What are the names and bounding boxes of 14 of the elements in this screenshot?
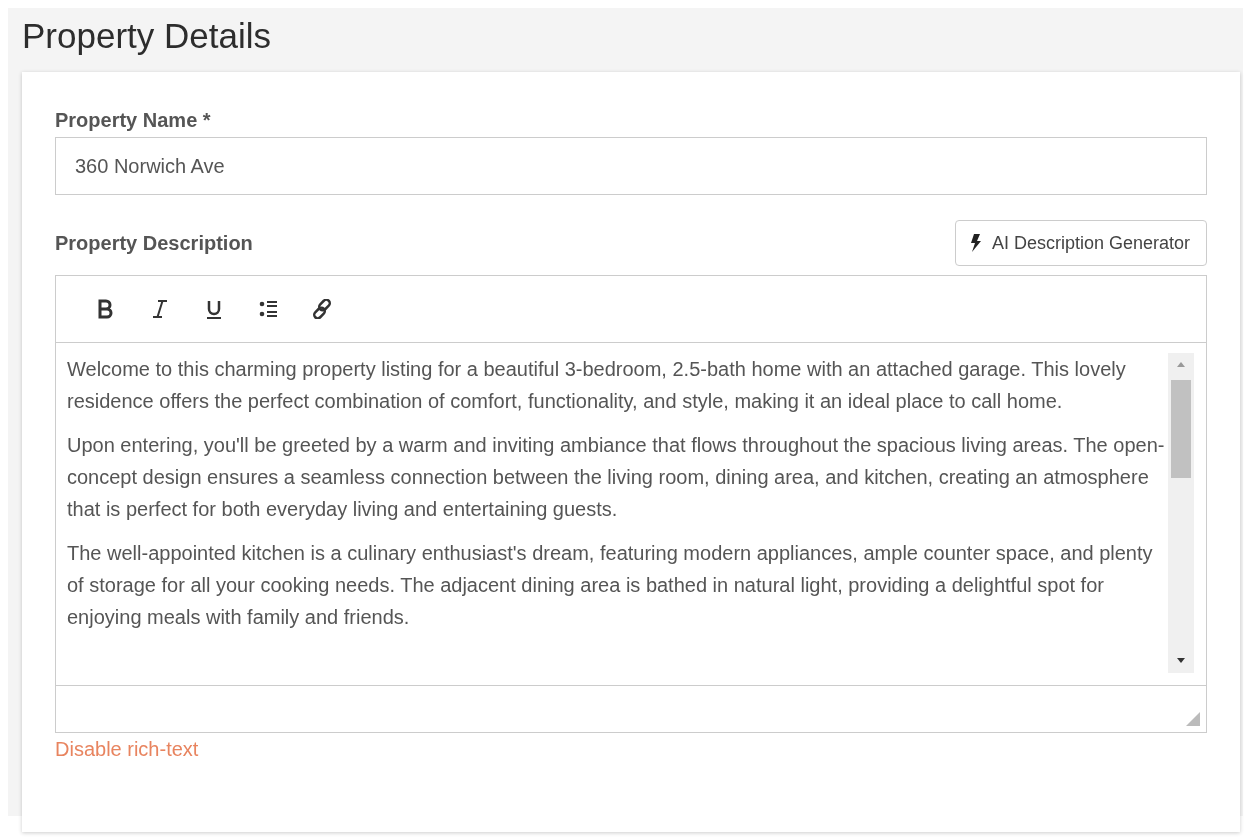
lightning-icon bbox=[969, 234, 982, 252]
paragraph: Welcome to this charming property listing for a beautiful 3-bedroom, 2.5-bath home with an attached garage. This lovely residence offers the perfect combination of comfort, functionality, and style, making it an ideal place to call home. bbox=[67, 357, 1127, 414]
property-name-field[interactable]: 360 Norwich Ave bbox=[55, 137, 1207, 195]
paragraph: The well-appointed kitchen is a culinary enthusiast's dream, featuring modern appliances, ample counter space, and plenty of storage for all your cooking needs. The adjacent dining area is bathed in natural light, providing a delightful spot for enjoying meals with family and friends. bbox=[67, 541, 1154, 630]
italic-icon[interactable] bbox=[150, 299, 170, 319]
link-icon[interactable] bbox=[312, 299, 332, 319]
page-title: Property Details bbox=[22, 15, 272, 57]
paragraph: Upon entering, you'll be greeted by a warm and inviting ambiance that flows throughout the spacious living areas. The open-concept design ensures a seamless connection between the living room, dining area, and kitchen, creating an atmosphere that is perfect for both everyday living and entertaining guests. bbox=[67, 433, 1166, 522]
bulleted-list-icon[interactable] bbox=[258, 299, 278, 319]
resize-handle-icon[interactable] bbox=[1186, 712, 1200, 726]
underline-icon[interactable] bbox=[204, 299, 224, 319]
ai-generator-button[interactable]: AI Description Generator bbox=[954, 220, 1207, 266]
field-label: Property Name * bbox=[55, 109, 211, 132]
field-label: Property Description bbox=[55, 231, 253, 255]
